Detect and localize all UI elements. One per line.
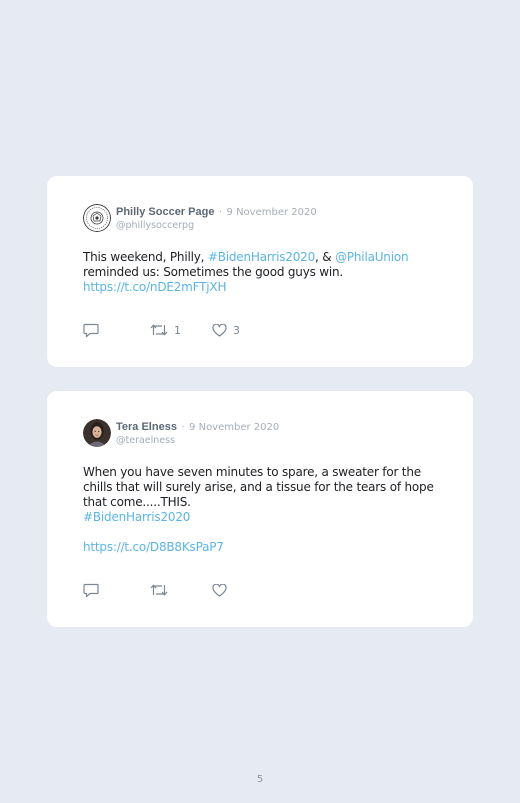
page-number: 5 [256, 774, 264, 785]
retweet-icon [150, 324, 168, 336]
url-link[interactable]: https://t.co/D8B8KsPaP7 [83, 540, 224, 554]
like-button[interactable] [212, 582, 252, 598]
retweet-button[interactable] [150, 582, 212, 598]
tweet-text: When you have seven minutes to spare, a … [83, 465, 443, 555]
heart-icon [212, 323, 227, 337]
tweet-date[interactable]: 9 November 2020 [189, 422, 279, 433]
retweet-icon [150, 584, 168, 596]
tweet-card: Philly Soccer Page · 9 November 2020 @ph… [47, 176, 473, 367]
tweet-text-segment: , & [315, 250, 336, 264]
avatar[interactable] [83, 204, 111, 232]
like-button[interactable]: 3 [212, 322, 252, 338]
author-name[interactable]: Tera Elness [116, 421, 177, 433]
retweet-count: 1 [174, 323, 181, 337]
hashtag-link[interactable]: #BidenHarris2020 [83, 510, 190, 524]
page: Philly Soccer Page · 9 November 2020 @ph… [0, 0, 520, 803]
tweet-header: Tera Elness · 9 November 2020 @teraelnes… [83, 419, 279, 447]
tweet-header: Philly Soccer Page · 9 November 2020 @ph… [83, 204, 317, 232]
tweet-text-segment: When you have seven minutes to spare, a … [83, 465, 434, 509]
heart-icon [212, 583, 227, 597]
reply-icon [83, 583, 99, 597]
like-count: 3 [233, 323, 240, 337]
tweet-text-segment: reminded us: Sometimes the good guys win… [83, 265, 344, 279]
retweet-button[interactable]: 1 [150, 322, 212, 338]
reply-icon [83, 323, 99, 337]
hashtag-link[interactable]: #BidenHarris2020 [208, 250, 315, 264]
author-handle[interactable]: @teraelness [116, 434, 279, 447]
reply-button[interactable] [83, 322, 150, 338]
club-logo-icon [83, 204, 111, 232]
tweet-text-segment: This weekend, Philly, [83, 250, 208, 264]
avatar[interactable] [83, 419, 111, 447]
tweet-card: Tera Elness · 9 November 2020 @teraelnes… [47, 391, 473, 627]
url-link[interactable]: https://t.co/nDE2mFTjXH [83, 280, 226, 294]
reply-button[interactable] [83, 582, 150, 598]
mention-link[interactable]: @PhilaUnion [335, 250, 409, 264]
tweet-meta: Philly Soccer Page · 9 November 2020 @ph… [116, 204, 317, 232]
author-name[interactable]: Philly Soccer Page [116, 206, 214, 218]
separator: · [218, 207, 223, 218]
tweet-meta: Tera Elness · 9 November 2020 @teraelnes… [116, 419, 279, 447]
tweet-actions [83, 582, 252, 598]
separator: · [181, 422, 185, 433]
tweet-text: This weekend, Philly, #BidenHarris2020, … [83, 250, 443, 295]
profile-photo-icon [83, 419, 111, 447]
tweet-date[interactable]: 9 November 2020 [227, 207, 317, 218]
author-handle[interactable]: @phillysoccerpg [116, 219, 317, 232]
tweet-actions: 1 3 [83, 322, 252, 338]
